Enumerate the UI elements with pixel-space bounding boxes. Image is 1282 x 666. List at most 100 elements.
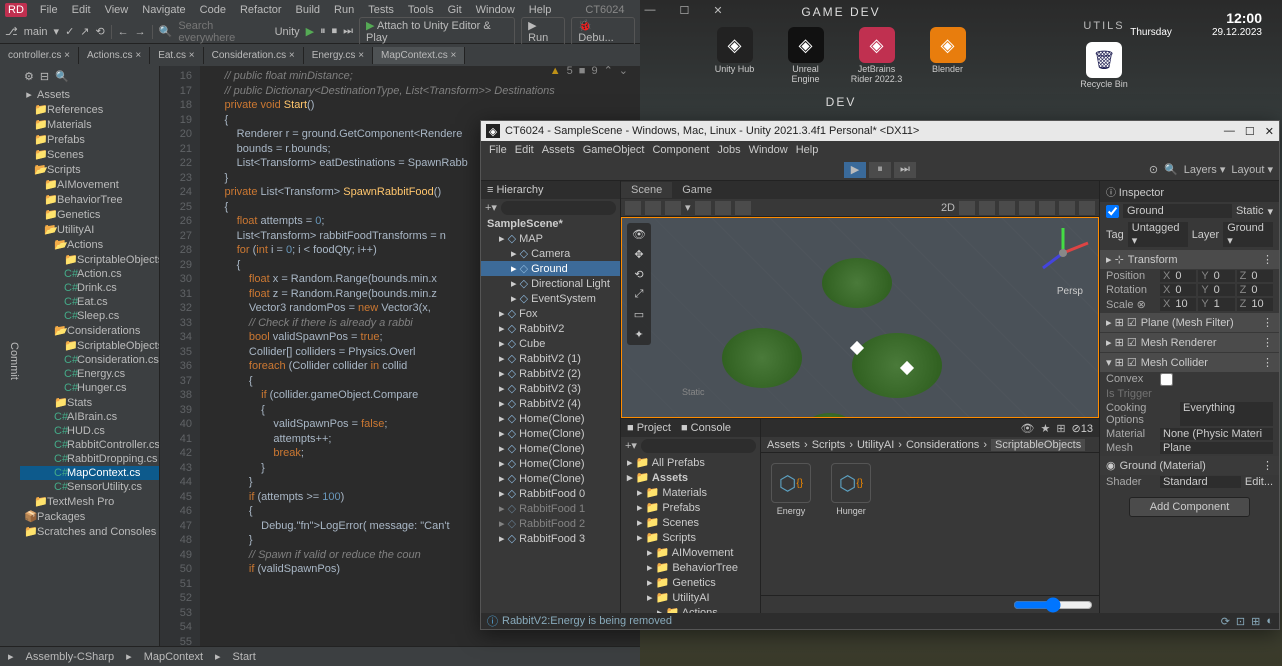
ide-menu-item[interactable]: Git — [442, 2, 468, 18]
hierarchy-item[interactable]: ▸ ◇ MAP — [481, 231, 620, 246]
maximize-icon[interactable]: ☐ — [1245, 125, 1255, 138]
pause-button[interactable]: ⏸ — [869, 162, 891, 178]
unity-menu-item[interactable]: Help — [796, 144, 819, 156]
hierarchy-item[interactable]: ▸ ◇ RabbitFood 3 — [481, 531, 620, 546]
hierarchy-panel[interactable]: ≡ Hierarchy +▾ SampleScene*▸ ◇ MAP▸ ◇ Ca… — [481, 181, 621, 613]
launcher-app[interactable]: ◈Unity Hub — [707, 27, 763, 85]
project-panel[interactable]: ■ Project■ Console +▾ ▸ 📁 All Prefabs▸ 📁… — [621, 419, 761, 613]
tag-dropdown[interactable]: Untagged ▾ — [1128, 222, 1188, 247]
close-icon[interactable]: ✕ — [707, 2, 728, 19]
editor-tabs[interactable]: controller.cs ×Actions.cs ×Eat.cs ×Consi… — [0, 44, 640, 66]
scene-tool-overlay[interactable]: 👁✥⟲⤢▭✦ — [627, 223, 651, 345]
persp-label[interactable]: Persp — [1057, 286, 1083, 297]
mesh-collider-header[interactable]: ▾ ⊞ ☑ Mesh Collider⋮ — [1100, 353, 1279, 372]
tree-item[interactable]: 📁Genetics — [20, 207, 159, 222]
hierarchy-item[interactable]: ▸ ◇ RabbitV2 (1) — [481, 351, 620, 366]
edit-shader-button[interactable]: Edit... — [1245, 476, 1273, 488]
hierarchy-item[interactable]: ▸ ◇ RabbitFood 2 — [481, 516, 620, 531]
unity-menu-item[interactable]: GameObject — [583, 144, 645, 156]
breadcrumb-item[interactable]: Considerations — [906, 439, 979, 451]
tree-item[interactable]: 📂Scripts — [20, 162, 159, 177]
ide-menu-item[interactable]: Code — [194, 2, 232, 18]
unity-menu-item[interactable]: Jobs — [717, 144, 740, 156]
tree-item[interactable]: C#Drink.cs — [20, 281, 159, 295]
hierarchy-item[interactable]: ▸ ◇ EventSystem — [481, 291, 620, 306]
tree-settings-icon[interactable]: ⚙ — [24, 70, 34, 83]
maximize-icon[interactable]: ☐ — [674, 2, 696, 19]
material-header[interactable]: ◉ Ground (Material)⋮ — [1100, 456, 1279, 475]
project-tree-item[interactable]: ▸ 📁 Prefabs — [621, 500, 760, 515]
run-button[interactable]: ▶ Run — [521, 17, 565, 46]
hierarchy-item[interactable]: ▸ ◇ Cube — [481, 336, 620, 351]
ide-menu-item[interactable]: File — [34, 2, 64, 18]
tree-item[interactable]: C#AIBrain.cs — [20, 410, 159, 424]
project-tree-item[interactable]: ▸ 📁 UtilityAI — [621, 590, 760, 605]
hierarchy-item[interactable]: ▸ ◇ Home(Clone) — [481, 426, 620, 441]
unity-menu-item[interactable]: Edit — [515, 144, 534, 156]
cooking-dropdown[interactable]: Everything — [1180, 402, 1273, 426]
scene-game-tabs[interactable]: Scene Game — [621, 181, 1099, 199]
tree-item[interactable]: 📂UtilityAI — [20, 222, 159, 237]
hierarchy-item[interactable]: SampleScene* — [481, 217, 620, 231]
add-component-button[interactable]: Add Component — [1129, 497, 1251, 517]
tree-item[interactable]: C#Hunger.cs — [20, 381, 159, 395]
asset-item[interactable]: ⬡{}Energy — [771, 463, 811, 585]
ide-menu-item[interactable]: Tests — [362, 2, 400, 18]
branch-icon[interactable]: ⎇ — [5, 25, 18, 38]
project-tree-item[interactable]: ▸ 📁 Materials — [621, 485, 760, 500]
ide-menu-item[interactable]: View — [99, 2, 135, 18]
step-button[interactable]: ⏭ — [894, 162, 916, 178]
hierarchy-item[interactable]: ▸ ◇ Home(Clone) — [481, 411, 620, 426]
asset-item[interactable]: ⬡{}Hunger — [831, 463, 871, 585]
line-gutter[interactable]: 1617181920212223242526272829303132333435… — [160, 66, 200, 646]
recycle-bin[interactable]: 🗑 Recycle Bin — [1076, 42, 1132, 90]
tree-item[interactable]: 📁References — [20, 102, 159, 117]
unity-menu-item[interactable]: Window — [749, 144, 788, 156]
debug-button[interactable]: 🐞 Debu... — [571, 17, 635, 46]
layout-dropdown[interactable]: Layout ▾ — [1231, 163, 1273, 176]
project-tree-item[interactable]: ▸ 📁 Actions — [621, 605, 760, 613]
tree-item[interactable]: 📁Scenes — [20, 147, 159, 162]
project-tree-item[interactable]: ▸ 📁 BehaviorTree — [621, 560, 760, 575]
mesh-renderer-header[interactable]: ▸ ⊞ ☑ Mesh Renderer⋮ — [1100, 333, 1279, 352]
tree-item[interactable]: C#Sleep.cs — [20, 309, 159, 323]
layer-dropdown[interactable]: Ground ▾ — [1223, 222, 1273, 247]
editor-tab[interactable]: controller.cs × — [0, 47, 79, 64]
editor-tab[interactable]: Actions.cs × — [79, 47, 150, 64]
attach-button[interactable]: ▶ Attach to Unity Editor & Play — [359, 17, 515, 46]
gameobject-active-checkbox[interactable] — [1106, 205, 1119, 218]
hierarchy-item[interactable]: ▸ ◇ RabbitV2 (3) — [481, 381, 620, 396]
ide-menu-item[interactable]: Run — [328, 2, 360, 18]
launcher-app[interactable]: ◈Blender — [920, 27, 976, 85]
project-tree-item[interactable]: ▸ 📁 Scripts — [621, 530, 760, 545]
ide-menu-item[interactable]: Refactor — [234, 2, 288, 18]
hierarchy-item[interactable]: ▸ ◇ Camera — [481, 246, 620, 261]
ide-left-gutter[interactable]: CommitPull RequestsStructureBookmarks — [0, 66, 20, 646]
project-breadcrumb[interactable]: Assets›Scripts›UtilityAI›Considerations›… — [761, 437, 1099, 453]
launcher-app[interactable]: ◈JetBrains Rider 2022.3 — [849, 27, 905, 85]
editor-tab[interactable]: Eat.cs × — [150, 47, 203, 64]
minimize-icon[interactable]: — — [1224, 125, 1235, 138]
project-tree-item[interactable]: ▸ 📁 AIMovement — [621, 545, 760, 560]
hierarchy-item[interactable]: ▸ ◇ RabbitFood 0 — [481, 486, 620, 501]
hierarchy-item[interactable]: ▸ ◇ Home(Clone) — [481, 471, 620, 486]
layers-dropdown[interactable]: Layers ▾ — [1184, 163, 1226, 176]
gameobject-name-field[interactable]: Ground — [1123, 204, 1232, 218]
tree-item[interactable]: C#Action.cs — [20, 267, 159, 281]
tree-item[interactable]: 📂Actions — [20, 237, 159, 252]
ide-menu-item[interactable]: Help — [523, 2, 558, 18]
material-field[interactable]: None (Physic Materi — [1160, 428, 1273, 440]
project-assets[interactable]: ⬡{}Energy ⬡{}Hunger — [761, 453, 1099, 595]
ide-menu-item[interactable]: Navigate — [136, 2, 191, 18]
inspection-widget[interactable]: ▲5 ■9 ⌃⌄ — [550, 64, 628, 77]
inspector-panel[interactable]: ⓘ Inspector Ground Static▾ TagUntagged ▾… — [1099, 181, 1279, 613]
unity-menu-item[interactable]: File — [489, 144, 507, 156]
breadcrumb-item[interactable]: UtilityAI — [857, 439, 894, 451]
tree-item[interactable]: 📁BehaviorTree — [20, 192, 159, 207]
tree-item[interactable]: 📦Packages — [20, 509, 159, 524]
unity-menu-item[interactable]: Assets — [542, 144, 575, 156]
ide-menu-item[interactable]: Window — [470, 2, 521, 18]
minimize-icon[interactable]: — — [639, 2, 662, 19]
hierarchy-item[interactable]: ▸ ◇ RabbitV2 — [481, 321, 620, 336]
tree-item[interactable]: C#SensorUtility.cs — [20, 480, 159, 494]
